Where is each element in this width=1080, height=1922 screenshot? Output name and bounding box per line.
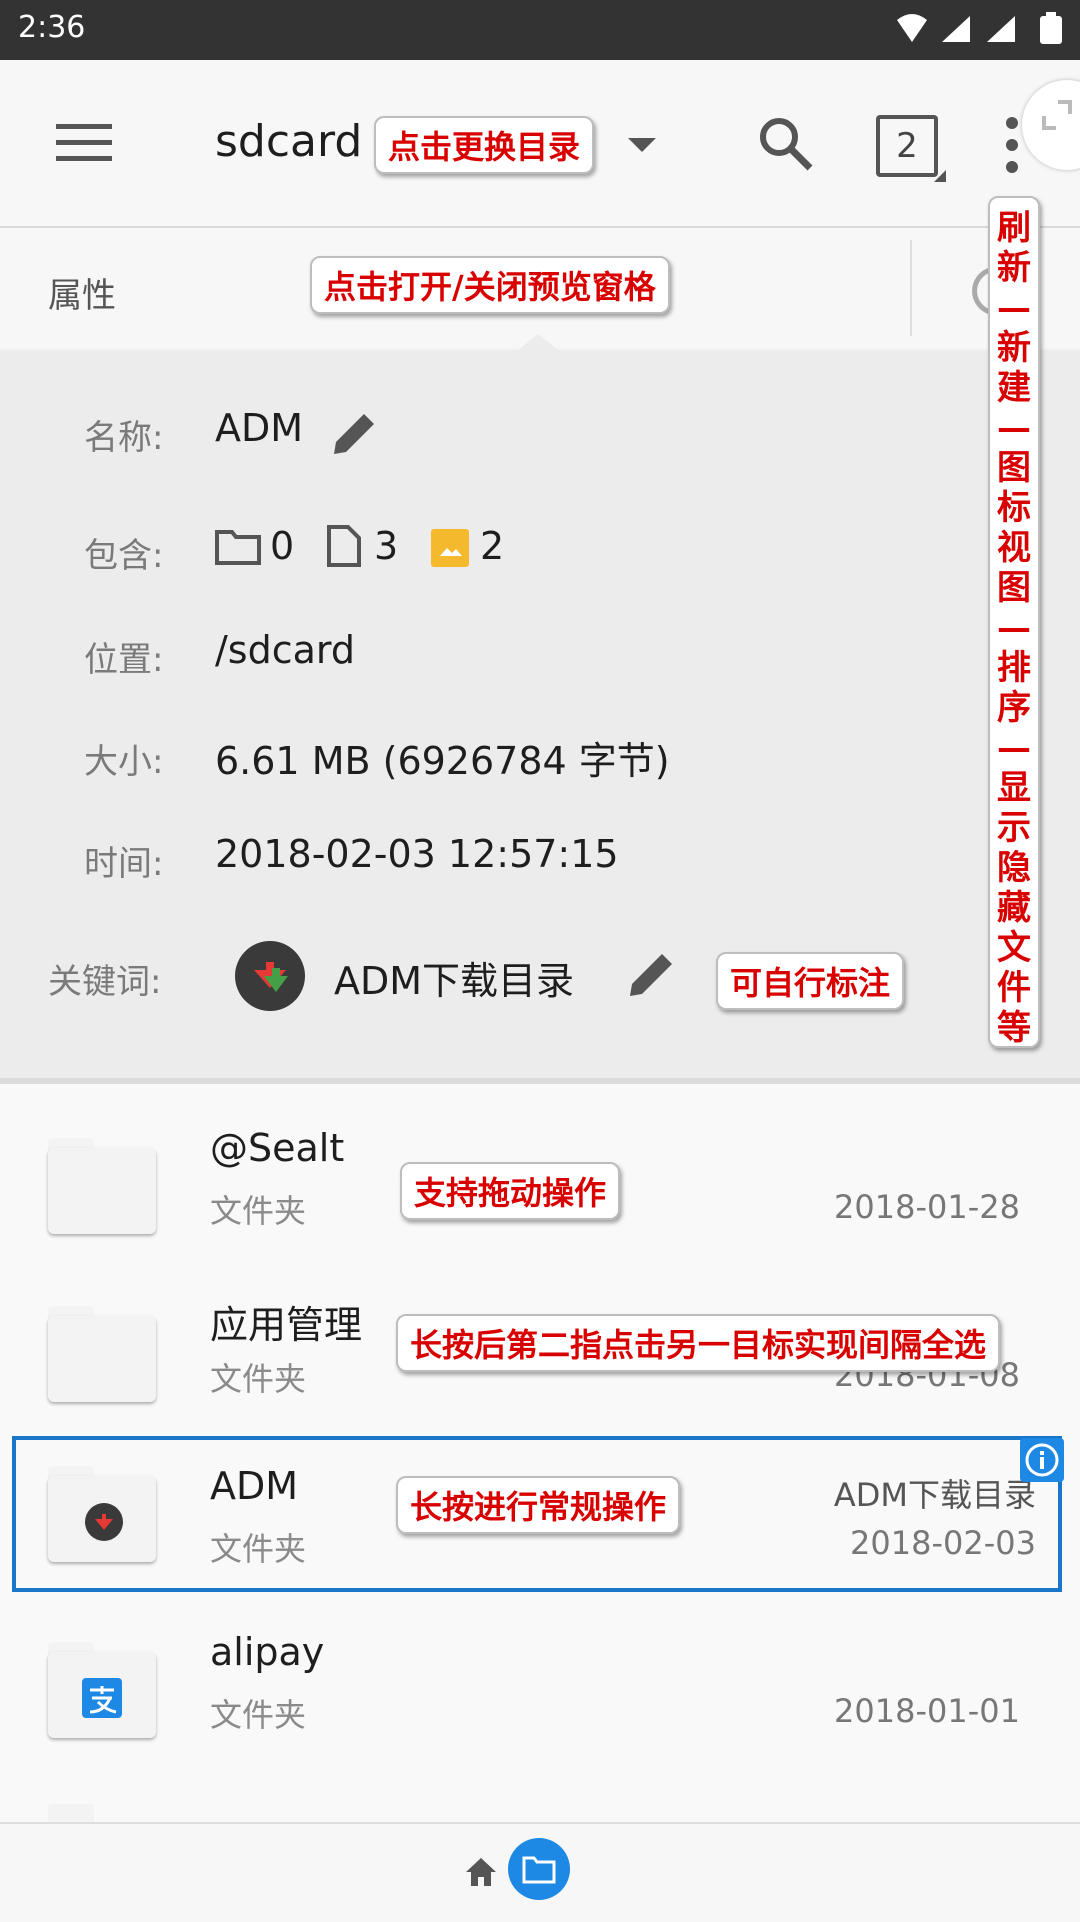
file-type: 文件夹 — [210, 1360, 307, 1398]
size-label: 大小: — [84, 742, 164, 782]
edit-keyword-icon[interactable] — [622, 944, 682, 1004]
file-type: 文件夹 — [210, 1530, 307, 1568]
tab-properties[interactable]: 属性 — [48, 268, 116, 317]
file-date: 2018-01-28 — [834, 1188, 1020, 1226]
folders-count: 0 — [270, 524, 295, 568]
list-item[interactable]: @Sealt 文件夹 2018-01-28 支持拖动操作 — [0, 1084, 1080, 1252]
note-keyword: 可自行标注 — [716, 952, 905, 1010]
info-button[interactable] — [1020, 1438, 1064, 1482]
name-label: 名称: — [84, 418, 164, 458]
adm-folder-badge-icon — [85, 1503, 123, 1541]
files-count: 3 — [374, 524, 399, 568]
file-type: 文件夹 — [210, 1696, 307, 1734]
home-icon[interactable] — [464, 1856, 498, 1888]
keyword-value: ADM下载目录 — [334, 959, 575, 1003]
location-title[interactable]: sdcard — [215, 116, 362, 167]
preview-tabbar: 属性 点击打开/关闭预览窗格 — [0, 228, 1080, 350]
note-interval-select: 长按后第二指点击另一目标实现间隔全选 — [396, 1314, 1001, 1372]
note-toggle-preview: 点击打开/关闭预览窗格 — [310, 256, 670, 314]
location-value: /sdcard — [215, 628, 355, 672]
note-drag: 支持拖动操作 — [400, 1162, 621, 1220]
list-item-selected[interactable]: ADM 文件夹 ADM下载目录 2018-02-03 长按进行常规操作 — [12, 1436, 1064, 1592]
images-count: 2 — [480, 524, 505, 568]
signal-icon — [942, 16, 970, 42]
file-tag: ADM下载目录 — [833, 1476, 1036, 1514]
folder-outline-icon — [215, 530, 261, 565]
file-name: alipay — [210, 1630, 325, 1674]
dropdown-icon[interactable] — [626, 136, 658, 154]
toolbar: sdcard 2 点击更换目录 — [0, 60, 1080, 226]
status-bar: 2:36 — [0, 0, 1080, 60]
bottom-nav — [0, 1822, 1080, 1922]
contains-label: 包含: — [84, 536, 164, 576]
file-date: 2018-01-01 — [834, 1692, 1020, 1730]
expand-icon — [1042, 100, 1072, 130]
name-value: ADM — [215, 406, 304, 450]
corner-mark-icon — [934, 170, 946, 182]
folder-icon — [48, 1316, 156, 1402]
tab-pointer-icon — [518, 334, 558, 350]
file-list: @Sealt 文件夹 2018-01-28 支持拖动操作 应用管理 文件夹 20… — [0, 1084, 1080, 1822]
list-item[interactable]: 应用管理 文件夹 2018-01-08 长按后第二指点击另一目标实现间隔全选 — [0, 1252, 1080, 1420]
info-icon — [1025, 1443, 1059, 1477]
window-count-button[interactable]: 2 — [876, 115, 938, 177]
status-time: 2:36 — [18, 10, 86, 45]
file-name: ADM — [210, 1464, 299, 1508]
note-toolbar-actions: 刷新—新建—图标视图—排序—显示隐藏文件等 — [988, 196, 1040, 1048]
alipay-badge-icon — [82, 1678, 122, 1718]
image-file-icon — [431, 529, 469, 567]
file-outline-icon — [327, 525, 361, 567]
wifi-icon — [897, 14, 927, 42]
location-label: 位置: — [84, 640, 164, 680]
adm-app-icon — [235, 941, 305, 1011]
more-options-icon[interactable] — [1000, 115, 1024, 175]
tab-separator — [910, 240, 912, 336]
search-icon[interactable] — [756, 114, 814, 172]
note-change-directory: 点击更换目录 — [374, 116, 595, 174]
properties-pane: 名称: ADM 包含: 0 3 2 位置: /sdcard 大小: 6.61 M… — [0, 350, 1080, 1080]
file-date: 2018-02-03 — [850, 1524, 1036, 1562]
battery-icon — [1040, 12, 1062, 44]
floating-window-button[interactable] — [1022, 80, 1080, 170]
menu-icon[interactable] — [56, 122, 112, 164]
folder-icon — [522, 1856, 556, 1884]
edit-name-icon[interactable] — [326, 406, 382, 462]
file-type: 文件夹 — [210, 1192, 307, 1230]
file-name: @Sealt — [210, 1126, 345, 1170]
size-value: 6.61 MB (6926784 字节) — [215, 739, 670, 783]
time-label: 时间: — [84, 844, 164, 884]
keyword-label: 关键词: — [48, 962, 162, 1002]
list-item[interactable]: alipay 文件夹 2018-01-01 — [0, 1588, 1080, 1756]
next-folder-icon-peek — [48, 1804, 94, 1822]
time-value: 2018-02-03 12:57:15 — [215, 832, 619, 876]
file-name: 应用管理 — [210, 1303, 363, 1347]
note-long-press: 长按进行常规操作 — [396, 1476, 681, 1534]
signal-2-icon — [987, 16, 1015, 42]
folder-icon — [48, 1148, 156, 1234]
folder-nav-button[interactable] — [508, 1838, 570, 1900]
